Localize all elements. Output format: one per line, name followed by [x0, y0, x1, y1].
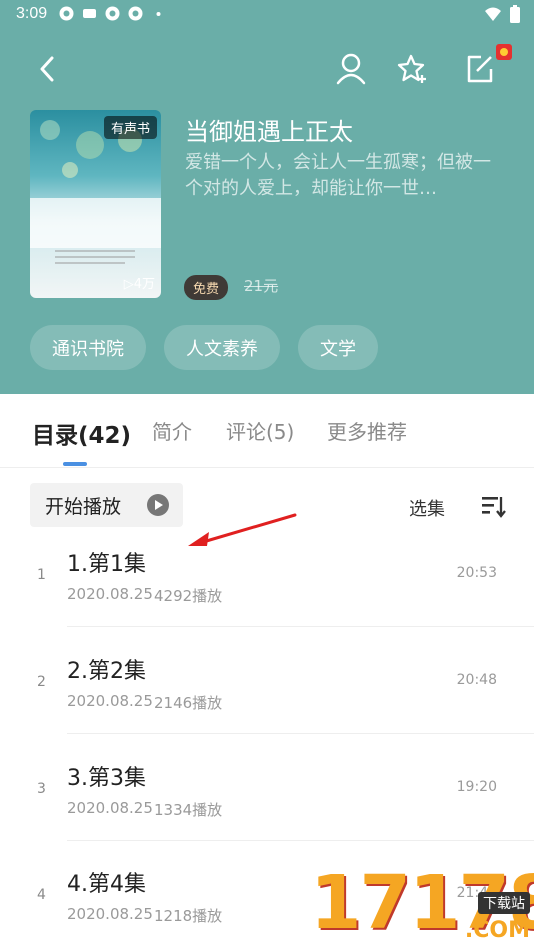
- book-description: 爱错一个人，会让人一生孤寒；但被一个对的人爱上，却能让你一世…: [185, 152, 491, 199]
- original-price: 21元: [244, 277, 279, 295]
- book-detail-page: 3:09 有声书 ▷4万 当御姐遇上正太 爱错一个人，会让人一生孤寒；但被一个对…: [0, 0, 534, 950]
- cover-plays-count: ▷4万: [123, 277, 155, 292]
- tag-chip[interactable]: 人文素养: [164, 325, 280, 370]
- episode-row[interactable]: 2 2.第2集 2020.08.25 2146播放 20:48: [0, 647, 534, 754]
- episode-plays: 4292播放: [154, 587, 223, 605]
- tab-recommendations[interactable]: 更多推荐: [327, 416, 407, 445]
- episode-index: 4: [37, 887, 46, 903]
- user-button[interactable]: [332, 50, 370, 88]
- battery-icon: [510, 5, 520, 23]
- back-arrow-icon: [40, 56, 54, 82]
- app-notification-icon: [128, 6, 143, 21]
- app-notification-icon: [59, 6, 74, 21]
- app-notification-icon: [83, 9, 96, 18]
- episode-index: 1: [37, 567, 46, 583]
- tag-chip[interactable]: 文学: [298, 325, 378, 370]
- system-indicators: [484, 5, 520, 23]
- episode-duration: 20:53: [456, 565, 497, 581]
- episode-index: 2: [37, 674, 46, 690]
- watermark-site: 下载站: [478, 892, 530, 914]
- row-divider: [67, 733, 534, 734]
- notification-icons: [58, 5, 167, 22]
- book-title: 当御姐遇上正太: [185, 118, 353, 146]
- episode-date: 2020.08.25: [67, 692, 153, 710]
- wifi-icon: [485, 7, 501, 21]
- back-button[interactable]: [28, 50, 66, 88]
- site-watermark: 17178 下载站 .COM: [310, 858, 534, 950]
- user-icon: [336, 53, 366, 85]
- episode-title: 4.第4集: [67, 872, 146, 897]
- favorite-button[interactable]: [394, 50, 432, 88]
- watermark-domain: .COM: [464, 918, 530, 943]
- content-tabs: 目录(42) 简介 评论(5) 更多推荐: [0, 394, 534, 468]
- book-header: 3:09 有声书 ▷4万 当御姐遇上正太 爱错一个人，会让人一生孤寒；但被一个对…: [0, 0, 534, 394]
- episode-date: 2020.08.25: [67, 585, 153, 603]
- episode-title: 3.第3集: [67, 766, 146, 791]
- episode-title: 1.第1集: [67, 552, 146, 577]
- play-icon: [147, 494, 169, 516]
- status-bar: 3:09: [0, 0, 534, 30]
- episode-index: 3: [37, 781, 46, 797]
- star-plus-icon: [397, 54, 426, 83]
- share-reward-badge: [496, 44, 512, 60]
- app-notification-icon: [105, 6, 120, 21]
- status-time: 3:09: [16, 5, 48, 22]
- row-divider: [67, 840, 534, 841]
- episode-duration: 19:20: [456, 779, 497, 795]
- episode-plays: 2146播放: [154, 694, 223, 712]
- play-all-button[interactable]: 开始播放: [30, 483, 183, 527]
- coin-icon: [500, 48, 508, 56]
- episode-date: 2020.08.25: [67, 905, 153, 923]
- more-notifications-icon: [156, 12, 161, 16]
- share-icon: [467, 55, 493, 83]
- category-tags: 通识书院 人文素养 文学: [30, 325, 378, 370]
- tab-comments[interactable]: 评论(5): [226, 416, 294, 445]
- episode-title: 2.第2集: [67, 659, 146, 684]
- play-all-label: 开始播放: [45, 495, 122, 518]
- row-divider: [67, 626, 534, 627]
- select-episodes-button[interactable]: 选集: [409, 495, 445, 521]
- share-button[interactable]: [460, 50, 498, 88]
- episode-plays: 1218播放: [154, 907, 223, 925]
- episode-row[interactable]: 1 1.第1集 2020.08.25 4292播放 20:53: [0, 540, 534, 647]
- tab-intro[interactable]: 简介: [152, 416, 192, 445]
- episode-row[interactable]: 3 3.第3集 2020.08.25 1334播放 19:20: [0, 754, 534, 861]
- tag-chip[interactable]: 通识书院: [30, 325, 146, 370]
- cover-type-tag: 有声书: [103, 116, 157, 139]
- episode-duration: 20:48: [456, 672, 497, 688]
- episode-date: 2020.08.25: [67, 799, 153, 817]
- episode-plays: 1334播放: [154, 801, 223, 819]
- book-cover[interactable]: 有声书 ▷4万: [30, 110, 161, 298]
- active-tab-indicator: [63, 462, 87, 466]
- tab-catalog[interactable]: 目录(42): [32, 416, 131, 450]
- sort-icon[interactable]: [480, 493, 506, 519]
- free-badge: 免费: [184, 275, 229, 300]
